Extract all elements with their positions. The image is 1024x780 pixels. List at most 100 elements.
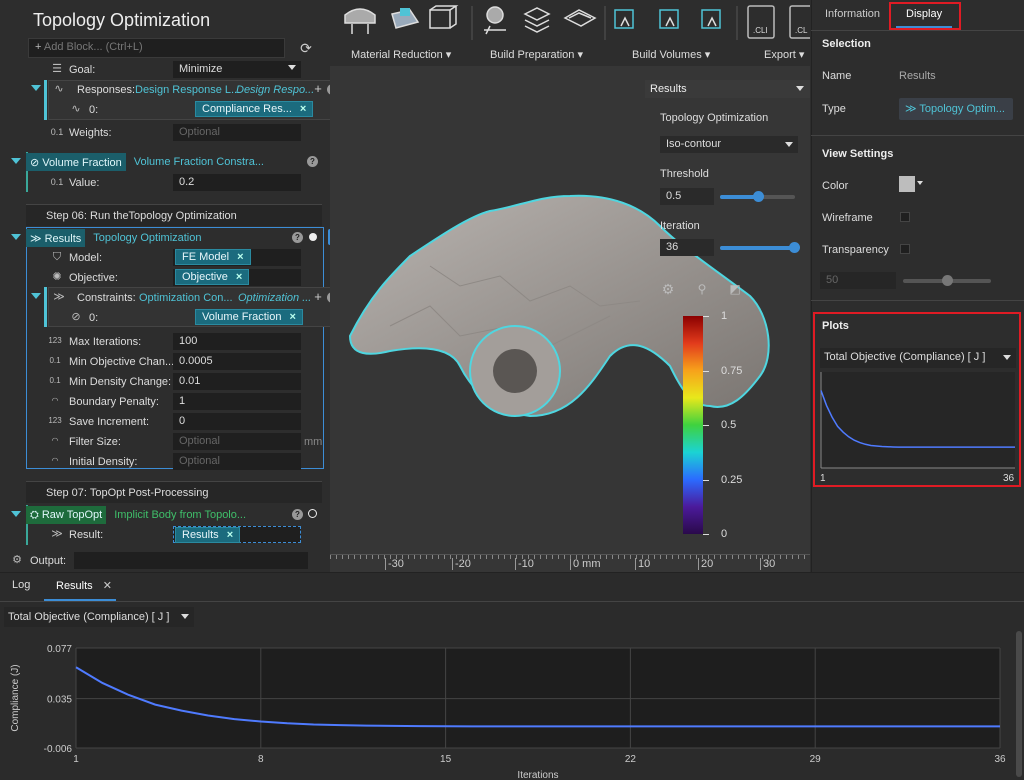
build-volume-1-icon[interactable] (614, 9, 634, 29)
ruler-minor-tick (408, 555, 409, 559)
remove-icon[interactable]: × (300, 103, 306, 115)
cube-icon[interactable]: ◩ (728, 282, 742, 296)
save-increment-input[interactable]: 0 (173, 413, 301, 430)
help-icon[interactable]: ? (292, 509, 303, 520)
boundary-penalty-input[interactable]: 1 (173, 393, 301, 410)
ruler-minor-tick (612, 555, 613, 559)
tab-information[interactable]: Information (815, 4, 890, 28)
remove-icon[interactable]: × (227, 529, 233, 541)
result-tag[interactable]: Results × (175, 527, 241, 543)
close-icon[interactable]: ✕ (103, 580, 112, 592)
type-value-chip[interactable]: ≫ Topology Optim... (899, 98, 1013, 120)
min-objective-change-label: Min Objective Chan... (69, 356, 175, 368)
collapse-constraints-icon[interactable] (31, 293, 41, 299)
ruler-minor-tick (504, 555, 505, 559)
weights-input[interactable]: Optional (173, 124, 301, 141)
mode-select[interactable]: Iso-contour (660, 136, 798, 153)
filter-size-unit: mm (304, 436, 323, 448)
max-iterations-label: Max Iterations: (69, 336, 142, 348)
add-icon[interactable]: + (311, 82, 325, 96)
tab-log[interactable]: Log (12, 579, 30, 591)
remove-icon[interactable]: × (236, 271, 242, 283)
responses-name[interactable]: Design Respo... (236, 84, 314, 96)
step-06-header[interactable]: Step 06: Run theTopology Optimization (26, 204, 322, 226)
bottom-scrollbar[interactable] (1016, 631, 1022, 777)
build-volume-2-icon[interactable] (659, 9, 679, 29)
iteration-input[interactable]: 36 (660, 239, 714, 256)
iteration-slider-handle[interactable] (789, 242, 800, 253)
results-pane-header[interactable]: Results (645, 80, 810, 98)
build-preparation-menu[interactable]: Build Preparation ▾ (490, 48, 583, 61)
raw-topopt-header[interactable]: ⛭ Raw TopOpt Implicit Body from Topolo..… (26, 505, 246, 525)
model-tag[interactable]: FE Model × (175, 249, 251, 265)
ruler-minor-tick (546, 555, 547, 559)
results-block-header[interactable]: ≫ Results Topology Optimization (26, 228, 202, 248)
material-reduction-menu[interactable]: Material Reduction ▾ (351, 48, 451, 61)
transparency-label: Transparency (822, 244, 889, 256)
bottom-plot-select[interactable]: Total Objective (Compliance) [ J ] (4, 607, 194, 627)
transparency-input[interactable]: 50 (820, 272, 896, 289)
goal-select[interactable]: Minimize (173, 61, 301, 78)
pin-icon[interactable]: ⚲ (695, 282, 709, 296)
help-icon[interactable]: ? (307, 156, 318, 167)
volume-fraction-constraint-tag[interactable]: Volume Fraction × (195, 309, 303, 325)
build-volumes-menu[interactable]: Build Volumes ▾ (632, 48, 710, 61)
plot-select[interactable]: Total Objective (Compliance) [ J ] (820, 348, 1016, 368)
gear-icon[interactable]: ⚙ (661, 282, 675, 296)
filter-size-input[interactable]: Optional (173, 433, 301, 450)
transparency-checkbox[interactable] (900, 244, 910, 254)
wireframe-checkbox[interactable] (900, 212, 910, 222)
step-07-header[interactable]: Step 07: TopOpt Post-Processing (26, 481, 322, 503)
collapse-responses-icon[interactable] (31, 85, 41, 91)
constraints-type[interactable]: Optimization Con... (139, 292, 233, 304)
collapse-raw-topopt-icon[interactable] (11, 511, 21, 517)
add-block-input[interactable]: + Add Block... (Ctrl+L) (28, 38, 285, 58)
initial-density-input[interactable]: Optional (173, 453, 301, 470)
results-block-name: Topology Optimization (93, 232, 202, 244)
threshold-slider-handle[interactable] (752, 191, 764, 202)
max-iterations-input[interactable]: 100 (173, 333, 301, 350)
responses-type[interactable]: Design Response L... (135, 84, 240, 96)
remove-icon[interactable]: × (237, 251, 243, 263)
remove-icon[interactable]: × (289, 311, 295, 323)
legend-tick-mark (703, 479, 709, 481)
output-field[interactable] (74, 552, 308, 569)
cl-text: .CL (795, 26, 808, 35)
collapse-volume-fraction-icon[interactable] (11, 158, 21, 164)
bottom-divider (0, 601, 1024, 602)
initial-density-icon: ◠ (51, 456, 59, 465)
help-icon[interactable]: ? (292, 232, 303, 243)
material-reduction-2-icon[interactable] (391, 8, 420, 29)
threshold-input[interactable]: 0.5 (660, 188, 714, 205)
sync-icon[interactable]: ⟳ (298, 40, 314, 56)
material-reduction-1-icon[interactable] (344, 8, 376, 34)
volume-fraction-header[interactable]: ⊘ Volume Fraction Volume Fraction Constr… (26, 152, 264, 172)
transparency-slider[interactable] (903, 275, 991, 286)
compliance-response-tag[interactable]: Compliance Res... × (195, 101, 314, 117)
add-icon[interactable]: + (311, 290, 325, 304)
constraints-name[interactable]: Optimization ... (238, 292, 311, 304)
threshold-slider-fill (720, 195, 758, 199)
min-objective-change-input[interactable]: 0.0005 (173, 353, 301, 370)
min-density-change-input[interactable]: 0.01 (173, 373, 301, 390)
tab-results[interactable]: Results ✕ (44, 579, 116, 601)
color-swatch[interactable] (899, 176, 915, 192)
build-prep-3-icon[interactable] (563, 9, 597, 27)
threshold-slider[interactable] (720, 191, 795, 202)
collapse-results-icon[interactable] (11, 234, 21, 240)
build-volume-3-icon[interactable] (701, 9, 721, 29)
transparency-slider-handle[interactable] (942, 275, 953, 286)
objective-tag[interactable]: Objective × (175, 269, 250, 285)
ruler-minor-tick (366, 555, 367, 559)
chevron-down-icon[interactable] (917, 181, 923, 185)
ruler-minor-tick (420, 555, 421, 559)
ruler-minor-tick (642, 555, 643, 559)
chevron-down-icon[interactable] (796, 86, 804, 91)
volume-fraction-value-input[interactable]: 0.2 (173, 174, 301, 191)
iteration-slider[interactable] (720, 242, 800, 253)
build-prep-1-icon[interactable] (484, 6, 506, 35)
objective-icon: ✺ (52, 271, 62, 283)
export-menu[interactable]: Export ▾ (764, 48, 804, 61)
build-prep-2-icon[interactable] (523, 7, 551, 33)
material-reduction-3-icon[interactable] (429, 5, 459, 29)
